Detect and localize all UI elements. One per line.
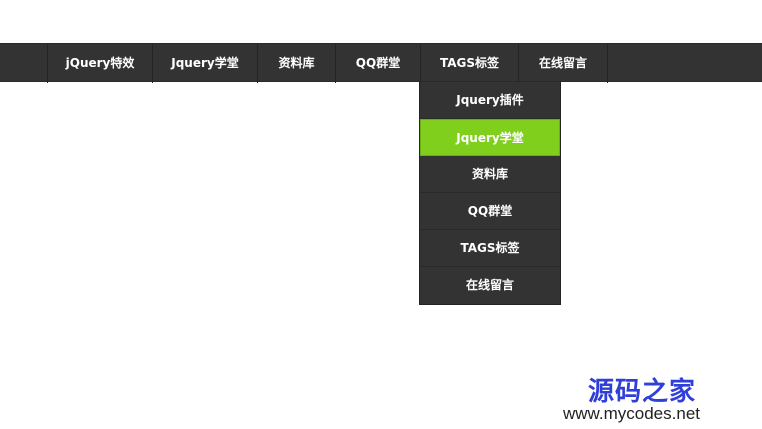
dropdown-item-library[interactable]: 资料库 xyxy=(420,156,560,193)
top-nav-bar: jQuery特效 Jquery学堂 资料库 QQ群堂 TAGS标签 在线留言 xyxy=(0,43,762,83)
page: jQuery特效 Jquery学堂 资料库 QQ群堂 TAGS标签 在线留言 J… xyxy=(0,0,762,429)
watermark-site-url: www.mycodes.net xyxy=(563,404,700,423)
dropdown-item-jquery-plugins[interactable]: Jquery插件 xyxy=(420,82,560,119)
nav-item-tags[interactable]: TAGS标签 xyxy=(420,44,518,83)
nav-item-guestbook[interactable]: 在线留言 xyxy=(518,44,608,83)
tags-dropdown-menu: Jquery插件 Jquery学堂 资料库 QQ群堂 TAGS标签 在线留言 xyxy=(419,82,561,305)
dropdown-item-guestbook[interactable]: 在线留言 xyxy=(420,267,560,304)
nav-item-qq-group[interactable]: QQ群堂 xyxy=(335,44,420,83)
nav-item-jquery-school[interactable]: Jquery学堂 xyxy=(152,44,257,83)
dropdown-item-qq-group[interactable]: QQ群堂 xyxy=(420,193,560,230)
nav-item-library[interactable]: 资料库 xyxy=(257,44,335,83)
watermark-site-name: 源码之家 xyxy=(588,377,697,407)
dropdown-item-jquery-school[interactable]: Jquery学堂 xyxy=(420,119,560,156)
dropdown-item-tags[interactable]: TAGS标签 xyxy=(420,230,560,267)
nav-item-jquery-effects[interactable]: jQuery特效 xyxy=(47,44,152,83)
